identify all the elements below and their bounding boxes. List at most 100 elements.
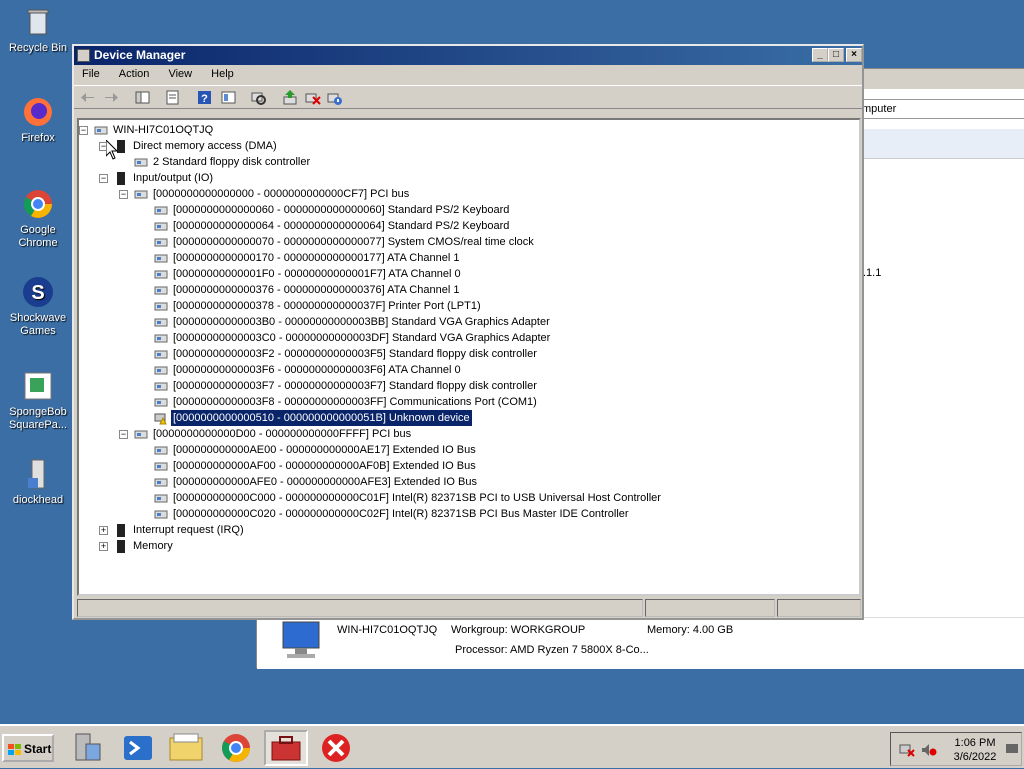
- tree-device[interactable]: [0000000000000000 - 0000000000000CF7] PC…: [151, 186, 411, 202]
- collapse-toggle[interactable]: −: [99, 174, 108, 183]
- collapse-toggle[interactable]: −: [119, 190, 128, 199]
- mouse-cursor-icon: [105, 138, 119, 163]
- tree-device[interactable]: [00000000000003F8 - 00000000000003FF] Co…: [171, 394, 539, 410]
- device-icon: [154, 348, 168, 361]
- update-driver-icon[interactable]: [282, 89, 299, 106]
- collapse-toggle[interactable]: −: [119, 430, 128, 439]
- tree-category[interactable]: Direct memory access (DMA): [131, 138, 279, 154]
- scan-hardware-icon[interactable]: [250, 89, 267, 106]
- svg-text:S: S: [31, 282, 44, 304]
- server-manager-taskbar-icon[interactable]: [66, 730, 110, 766]
- tree-device[interactable]: [000000000000AF00 - 000000000000AF0B] Ex…: [171, 458, 478, 474]
- desktop-icon-label: Shockwave Games: [9, 312, 67, 337]
- uninstall-device-icon[interactable]: [304, 89, 321, 106]
- tree-device[interactable]: [00000000000003B0 - 00000000000003BB] St…: [171, 314, 552, 330]
- menu-action[interactable]: Action: [111, 68, 158, 80]
- status-pane-main: [77, 599, 643, 617]
- tree-device[interactable]: [0000000000000060 - 0000000000000060] St…: [171, 202, 511, 218]
- statusbar: [77, 599, 861, 617]
- computer-info-pane: WIN-HI7C01OQTJQ Workgroup: WORKGROUP Mem…: [257, 617, 1024, 669]
- desktop-icon-firefox[interactable]: Firefox: [0, 96, 76, 145]
- tree-device[interactable]: [00000000000003F6 - 00000000000003F6] AT…: [171, 362, 463, 378]
- minimize-button[interactable]: _: [812, 48, 828, 62]
- windows-flag-icon: [8, 744, 22, 759]
- powershell-taskbar-icon[interactable]: [116, 730, 160, 766]
- expand-toggle[interactable]: +: [99, 542, 108, 551]
- desktop-icon-label: Google Chrome: [18, 224, 58, 249]
- device-icon: [154, 492, 168, 505]
- volume-muted-icon[interactable]: [921, 743, 937, 760]
- explorer-taskbar-icon[interactable]: [164, 730, 208, 766]
- tree-device[interactable]: [0000000000000378 - 000000000000037F] Pr…: [171, 298, 483, 314]
- clock-date[interactable]: 3/6/2022: [949, 751, 1001, 763]
- expand-toggle[interactable]: +: [99, 526, 108, 535]
- workgroup-text: Workgroup: WORKGROUP: [451, 624, 586, 636]
- address-bar[interactable]: mputer: [857, 99, 1024, 119]
- desktop-icon-chrome[interactable]: Google Chrome: [0, 188, 76, 250]
- tree-device[interactable]: [000000000000AE00 - 000000000000AE17] Ex…: [171, 442, 478, 458]
- device-manager-taskbar-icon[interactable]: [264, 730, 308, 766]
- show-desktop-icon[interactable]: [1005, 743, 1019, 758]
- error-taskbar-icon[interactable]: [314, 730, 358, 766]
- titlebar[interactable]: Device Manager _ □ ×: [74, 46, 862, 65]
- close-button[interactable]: ×: [846, 48, 862, 62]
- clock-time[interactable]: 1:06 PM: [953, 737, 997, 749]
- start-button[interactable]: Start: [2, 734, 54, 762]
- properties-icon[interactable]: [164, 89, 181, 106]
- tree-device[interactable]: [0000000000000070 - 0000000000000077] Sy…: [171, 234, 536, 250]
- tree-device[interactable]: [0000000000000064 - 0000000000000064] St…: [171, 218, 511, 234]
- device-icon: [134, 428, 148, 441]
- disable-device-icon[interactable]: [326, 89, 343, 106]
- show-hide-console-icon[interactable]: [134, 89, 151, 106]
- tree-root[interactable]: WIN-HI7C01OQTJQ: [111, 122, 215, 138]
- menu-file[interactable]: File: [74, 68, 108, 80]
- tree-category[interactable]: Input/output (IO): [131, 170, 215, 186]
- tree-device[interactable]: [00000000000003F2 - 00000000000003F5] St…: [171, 346, 539, 362]
- tree-category[interactable]: Interrupt request (IRQ): [131, 522, 246, 538]
- desktop-icon-label: SpongeBob SquarePa...: [8, 406, 68, 431]
- device-tree[interactable]: − WIN-HI7C01OQTJQ − Direct memory access (D…: [77, 118, 861, 596]
- device-icon: [154, 364, 168, 377]
- tree-category[interactable]: Memory: [131, 538, 175, 554]
- help-icon[interactable]: ?: [196, 89, 213, 106]
- computer-monitor-icon: [279, 620, 323, 663]
- device-icon: [154, 316, 168, 329]
- desktop-icon-recycle-bin[interactable]: Recycle Bin: [0, 6, 76, 55]
- back-icon[interactable]: [80, 89, 97, 106]
- tree-device[interactable]: [00000000000003C0 - 00000000000003DF] St…: [171, 330, 552, 346]
- chrome-taskbar-icon[interactable]: [214, 730, 258, 766]
- device-icon: [154, 332, 168, 345]
- maximize-button[interactable]: □: [828, 48, 844, 62]
- chrome-icon: [22, 188, 54, 220]
- collapse-toggle[interactable]: −: [79, 126, 88, 135]
- tree-device[interactable]: 2 Standard floppy disk controller: [151, 154, 312, 170]
- desktop-icon-shockwave[interactable]: S Shockwave Games: [0, 276, 76, 338]
- tree-device[interactable]: [000000000000AFE0 - 000000000000AFE3] Ex…: [171, 474, 479, 490]
- view-icon[interactable]: [220, 89, 237, 106]
- device-icon: [154, 252, 168, 265]
- device-icon: [134, 156, 148, 169]
- tree-device[interactable]: [00000000000001F0 - 00000000000001F7] AT…: [171, 266, 463, 282]
- background-window-toolbar: [857, 129, 1024, 159]
- tree-device[interactable]: [0000000000000170 - 0000000000000177] AT…: [171, 250, 461, 266]
- device-manager-icon: [77, 49, 90, 62]
- toolbar: ?: [74, 85, 862, 109]
- menu-help[interactable]: Help: [203, 68, 242, 80]
- network-error-icon[interactable]: [899, 743, 915, 760]
- desktop-icon-spongebob[interactable]: SpongeBob SquarePa...: [0, 370, 76, 432]
- tree-device[interactable]: [00000000000003F7 - 00000000000003F7] St…: [171, 378, 539, 394]
- desktop-icon-diockhead[interactable]: diockhead: [0, 458, 76, 507]
- tree-device[interactable]: [0000000000000376 - 0000000000000376] AT…: [171, 282, 461, 298]
- menu-view[interactable]: View: [160, 68, 200, 80]
- device-icon: [154, 300, 168, 313]
- tree-device[interactable]: [000000000000C000 - 000000000000C01F] In…: [171, 490, 663, 506]
- device-manager-window[interactable]: Device Manager _ □ × File Action View He…: [72, 44, 864, 620]
- system-tray: 1:06 PM 3/6/2022: [890, 732, 1022, 766]
- tree-device[interactable]: [0000000000000510 - 000000000000051B] Un…: [171, 410, 472, 426]
- tree-device[interactable]: [0000000000000D00 - 000000000000FFFF] PC…: [151, 426, 413, 442]
- tree-device[interactable]: [000000000000C020 - 000000000000C02F] In…: [171, 506, 631, 522]
- device-icon: [154, 204, 168, 217]
- menubar: File Action View Help: [74, 65, 862, 85]
- forward-icon[interactable]: [102, 89, 119, 106]
- device-icon: [154, 220, 168, 233]
